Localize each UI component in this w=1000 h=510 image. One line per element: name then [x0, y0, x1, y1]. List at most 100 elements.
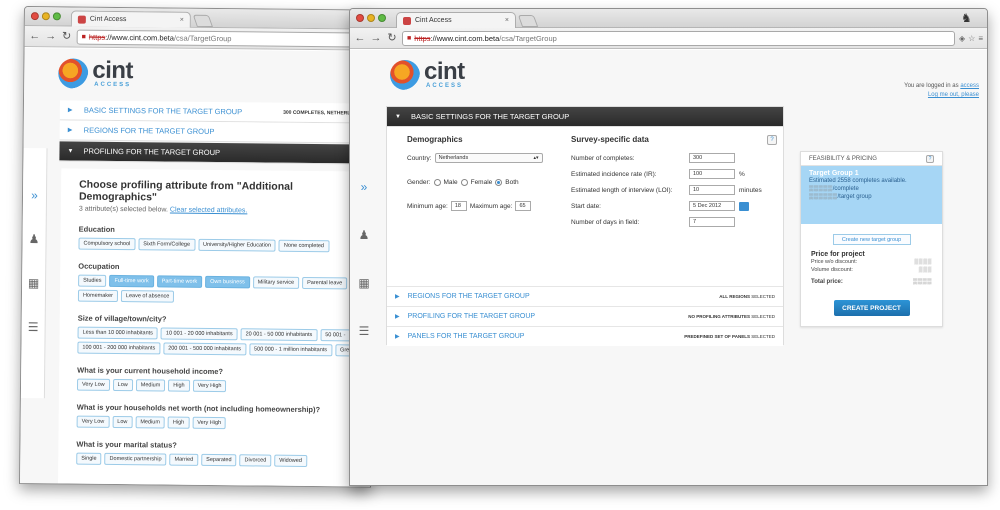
attribute-chip[interactable]: High: [167, 416, 190, 429]
attribute-chip[interactable]: Very Low: [76, 415, 110, 428]
gender-female-radio[interactable]: [460, 178, 468, 186]
browser-tab[interactable]: Cint Access ×: [70, 10, 191, 28]
attribute-chip[interactable]: Very High: [192, 379, 227, 393]
attribute-chip[interactable]: Married: [169, 453, 199, 466]
attribute-chip[interactable]: Full-time work: [109, 274, 154, 288]
forward-arrow-icon[interactable]: →: [370, 32, 382, 44]
logout-link[interactable]: Log me out, please: [928, 92, 979, 98]
attribute-chip[interactable]: High: [168, 379, 190, 392]
max-age-input[interactable]: 65: [515, 201, 532, 211]
attribute-chip[interactable]: 500 000 - 1 million inhabitants: [248, 343, 333, 357]
attribute-chip[interactable]: Very High: [192, 416, 227, 430]
attribute-chip[interactable]: Medium: [135, 416, 165, 429]
reload-icon[interactable]: ↻: [386, 32, 398, 44]
attribute-chip[interactable]: Parental leave: [302, 276, 348, 290]
minimize-window-button[interactable]: [41, 12, 50, 21]
forward-arrow-icon[interactable]: →: [45, 30, 57, 42]
attribute-chip[interactable]: Part-time work: [156, 275, 203, 288]
attribute-chip[interactable]: Sixth Form/College: [138, 238, 196, 251]
users-icon[interactable]: ♟: [357, 228, 371, 242]
attribute-chip[interactable]: Homemaker: [77, 289, 118, 302]
zoom-window-button[interactable]: [378, 14, 386, 22]
page-content: cint ACCESS ▶ BASIC SETTINGS FOR THE TAR…: [20, 48, 375, 487]
section-regions[interactable]: ▶ REGIONS FOR THE TARGET GROUP: [59, 120, 374, 144]
attribute-chip[interactable]: Medium: [135, 379, 166, 392]
gender-both-radio[interactable]: [495, 178, 503, 186]
collapsed-section[interactable]: ▶ PANELS FOR THE TARGET GROUP PREDEFINED S…: [387, 326, 783, 346]
calculator-icon[interactable]: ▦: [357, 276, 371, 290]
users-icon[interactable]: ♟: [27, 232, 41, 246]
bookmark-star-icon[interactable]: ☆: [968, 34, 975, 43]
country-select[interactable]: Netherlands ▴▾: [434, 153, 543, 163]
tab-close-icon[interactable]: ×: [505, 17, 509, 24]
survey-field-input[interactable]: 100: [689, 169, 735, 179]
survey-field-input[interactable]: 5 Dec 2012: [689, 201, 735, 211]
target-group-summary[interactable]: Target Group 1 Estimated 2558 completes …: [801, 166, 942, 224]
survey-field-input[interactable]: 10: [689, 185, 735, 195]
attribute-chip[interactable]: Low: [112, 415, 133, 429]
survey-field-input[interactable]: 300: [689, 153, 735, 163]
collapsed-section[interactable]: ▶ REGIONS FOR THE TARGET GROUP ALL REGIONS…: [387, 286, 783, 306]
shield-icon[interactable]: ◈: [959, 34, 965, 43]
attribute-chip[interactable]: 200 001 - 500 000 inhabitants: [163, 342, 247, 356]
attribute-chip[interactable]: Less than 10 000 inhabitants: [77, 326, 158, 340]
back-arrow-icon[interactable]: ←: [29, 30, 41, 42]
back-arrow-icon[interactable]: ←: [354, 32, 366, 44]
cint-logo[interactable]: cint ACCESS: [58, 57, 133, 89]
attribute-chip[interactable]: Compulsory school: [78, 237, 136, 251]
minimize-window-button[interactable]: [367, 14, 375, 22]
window-controls: [356, 14, 386, 22]
user-link[interactable]: access: [960, 83, 979, 89]
new-tab-button[interactable]: [192, 14, 213, 27]
attribute-chip[interactable]: Military service: [252, 276, 300, 289]
attribute-options: Very Low Low Medium High Very High: [76, 378, 376, 394]
create-new-target-group-button[interactable]: Create new target group: [832, 234, 911, 245]
double-chevron-right-icon[interactable]: »: [27, 188, 41, 202]
double-chevron-right-icon[interactable]: »: [357, 180, 371, 194]
attribute-chip[interactable]: Separated: [201, 453, 237, 467]
gender-male-radio[interactable]: [433, 178, 441, 186]
attribute-chip[interactable]: Single: [76, 452, 102, 465]
attribute-chip[interactable]: 100 001 - 200 000 inhabitants: [77, 341, 161, 355]
help-icon[interactable]: ?: [926, 154, 934, 163]
profile-avatar-icon[interactable]: ♞: [961, 11, 975, 25]
min-age-input[interactable]: 18: [450, 201, 467, 211]
cint-logo[interactable]: cint ACCESS: [390, 60, 465, 90]
attribute-chip[interactable]: Divorced: [239, 454, 272, 467]
attribute-chip[interactable]: Low: [112, 378, 133, 392]
help-icon[interactable]: ?: [767, 135, 777, 145]
attribute-chip[interactable]: University/Higher Education: [198, 238, 277, 252]
address-bar[interactable]: ■ https ://www.cint.com.beta /csa/Target…: [76, 29, 371, 48]
list-icon[interactable]: ☰: [357, 324, 371, 338]
clear-selected-link[interactable]: Clear selected attributes.: [170, 207, 248, 215]
category-label: What is your marital status?: [76, 439, 177, 450]
create-project-button[interactable]: CREATE PROJECT: [833, 300, 910, 316]
calendar-icon[interactable]: [739, 201, 749, 211]
section-profiling[interactable]: ▼ PROFILING FOR THE TARGET GROUP: [59, 141, 374, 165]
browser-tab[interactable]: Cint Access ×: [396, 12, 516, 28]
tab-close-icon[interactable]: ×: [180, 17, 184, 24]
survey-field-input[interactable]: 7: [689, 217, 735, 227]
attribute-chip[interactable]: Very Low: [76, 378, 110, 391]
new-tab-button[interactable]: [517, 15, 539, 27]
attribute-chip[interactable]: Widowed: [274, 454, 307, 467]
attribute-chip[interactable]: 10 001 - 20 000 inhabitants: [160, 327, 238, 341]
address-bar[interactable]: ■ https ://www.cint.com.beta /csa/Target…: [402, 30, 955, 46]
attribute-chip[interactable]: Domestic partnership: [104, 452, 167, 466]
attribute-chip[interactable]: 20 001 - 50 000 inhabitants: [240, 328, 318, 342]
close-window-button[interactable]: [356, 14, 364, 22]
close-window-button[interactable]: [30, 12, 39, 21]
section-basic-settings[interactable]: ▼ BASIC SETTINGS FOR THE TARGET GROUP: [387, 107, 783, 127]
attribute-chip[interactable]: 50 001 -: [320, 329, 351, 342]
collapsed-section[interactable]: ▶ PROFILING FOR THE TARGET GROUP NO PROFIL…: [387, 306, 783, 326]
attribute-chip[interactable]: Studies: [78, 274, 107, 287]
reload-icon[interactable]: ↻: [61, 30, 73, 42]
attribute-chip[interactable]: None completed: [278, 239, 330, 253]
zoom-window-button[interactable]: [52, 12, 61, 21]
expand-arrow-icon: ▶: [395, 334, 400, 340]
list-icon[interactable]: ☰: [26, 320, 40, 334]
attribute-chip[interactable]: Leave of absence: [120, 290, 175, 303]
attribute-chip[interactable]: Own business: [205, 275, 250, 289]
menu-icon[interactable]: ≡: [978, 34, 983, 43]
calculator-icon[interactable]: ▦: [27, 276, 41, 290]
